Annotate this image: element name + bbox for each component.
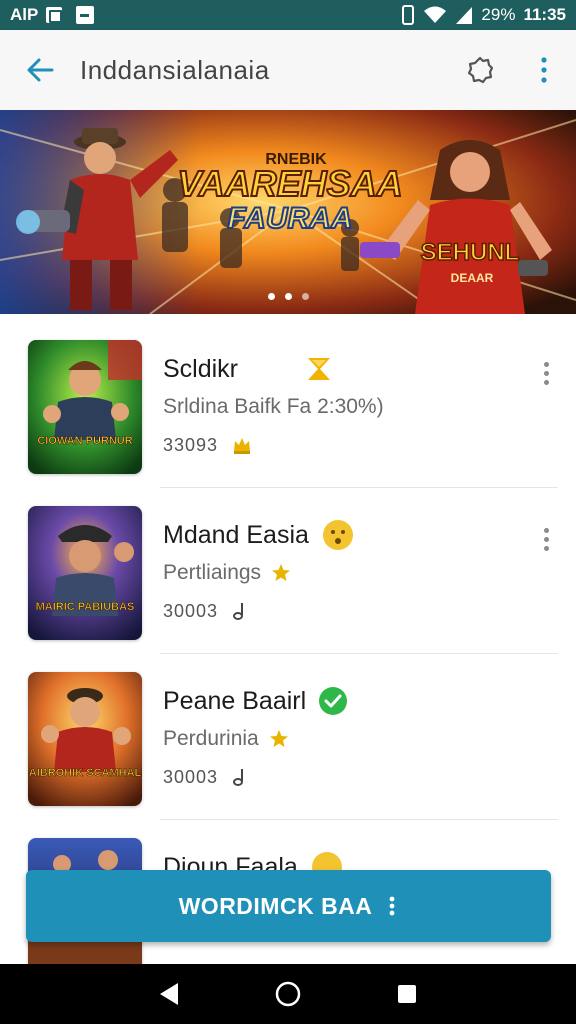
settings-button[interactable] xyxy=(448,30,512,110)
star-icon xyxy=(272,564,291,581)
game-meta: 30003 xyxy=(163,766,219,787)
gear-icon xyxy=(467,56,494,84)
clock: 11:35 xyxy=(523,5,566,24)
page-title: Inddansialanaia xyxy=(80,54,270,85)
carrier-text: AlP xyxy=(10,5,39,24)
thumbnail-caption: CIOWAN PURNUR xyxy=(37,435,132,447)
arrow-back-icon xyxy=(27,58,54,82)
game-name: Peane Baairl xyxy=(163,686,307,715)
verified-check-icon xyxy=(319,687,348,715)
emoji-badge-icon xyxy=(322,520,353,550)
game-meta: 33093 xyxy=(163,434,219,455)
back-button[interactable] xyxy=(0,30,80,110)
list-item[interactable]: MAIRIC PABIUBAS Mdand Easia Pertliaings … xyxy=(0,488,576,654)
list-item[interactable]: CAIBROHIK SCAMHALK Peane Baairl Perdurin… xyxy=(0,654,576,820)
overflow-menu-button[interactable] xyxy=(512,30,576,110)
carousel-dot[interactable] xyxy=(267,293,275,300)
thumbnail-caption: MAIRIC PABIUBAS xyxy=(36,601,135,613)
game-subtitle: Srldina Baifk Fa 2:30%) xyxy=(163,395,384,418)
star-icon xyxy=(269,730,288,747)
wifi-icon xyxy=(424,6,447,23)
circle-home-icon xyxy=(275,981,301,1007)
game-thumbnail: CAIBROHIK SCAMHALK xyxy=(28,672,142,806)
status-bar: AlP 29% 11:35 xyxy=(0,0,576,30)
nav-recents-button[interactable] xyxy=(387,974,427,1014)
vibrate-icon xyxy=(402,5,415,25)
banner-side-sub: DEAAR xyxy=(451,271,494,285)
primary-action-label: WORDIMCK BAA xyxy=(178,892,373,919)
music-note-icon xyxy=(233,603,244,620)
notification-icon xyxy=(46,7,63,23)
more-vert-icon xyxy=(541,57,547,83)
nav-back-button[interactable] xyxy=(149,974,189,1014)
system-nav-bar xyxy=(0,964,576,1024)
download-icon xyxy=(76,6,95,24)
carousel-indicator[interactable] xyxy=(0,293,576,300)
primary-action-button[interactable]: WORDIMCK BAA xyxy=(26,870,551,942)
list-item[interactable]: CIOWAN PURNUR Scldikr Srldina Baifk Fa 2… xyxy=(0,322,576,488)
game-name: Scldikr xyxy=(163,354,239,383)
item-more-button[interactable] xyxy=(534,522,558,556)
banner-artwork: RNEBIK VAAREHSAA FAURAA SEHUNL DEAAR xyxy=(0,110,576,314)
square-recents-icon xyxy=(397,985,416,1003)
banner-side-title: SEHUNL xyxy=(421,239,520,266)
battery-text: 29% xyxy=(481,5,516,24)
nav-home-button[interactable] xyxy=(268,974,308,1014)
game-meta: 30003 xyxy=(163,600,219,621)
carousel-dot[interactable] xyxy=(301,293,309,300)
featured-banner[interactable]: RNEBIK VAAREHSAA FAURAA SEHUNL DEAAR xyxy=(0,110,576,314)
game-subtitle: Pertliaings xyxy=(163,561,262,584)
game-thumbnail: MAIRIC PABIUBAS xyxy=(28,506,142,640)
game-subtitle: Perdurinia xyxy=(163,727,259,750)
game-name: Mdand Easia xyxy=(163,520,309,549)
hourglass-badge-icon xyxy=(308,358,331,380)
item-more-button[interactable] xyxy=(534,356,558,390)
triangle-back-icon xyxy=(160,983,179,1005)
game-thumbnail: CIOWAN PURNUR xyxy=(28,340,142,474)
app-bar: Inddansialanaia xyxy=(0,30,576,110)
carousel-dot[interactable] xyxy=(284,293,292,300)
more-icon xyxy=(390,896,395,916)
banner-headline: VAAREHSAA xyxy=(177,163,402,204)
thumbnail-caption: CAIBROHIK SCAMHALK xyxy=(28,767,142,779)
signal-icon xyxy=(456,7,473,24)
crown-icon xyxy=(234,438,251,454)
banner-subheadline: FAURAA xyxy=(228,202,353,235)
music-note-icon xyxy=(233,769,244,786)
